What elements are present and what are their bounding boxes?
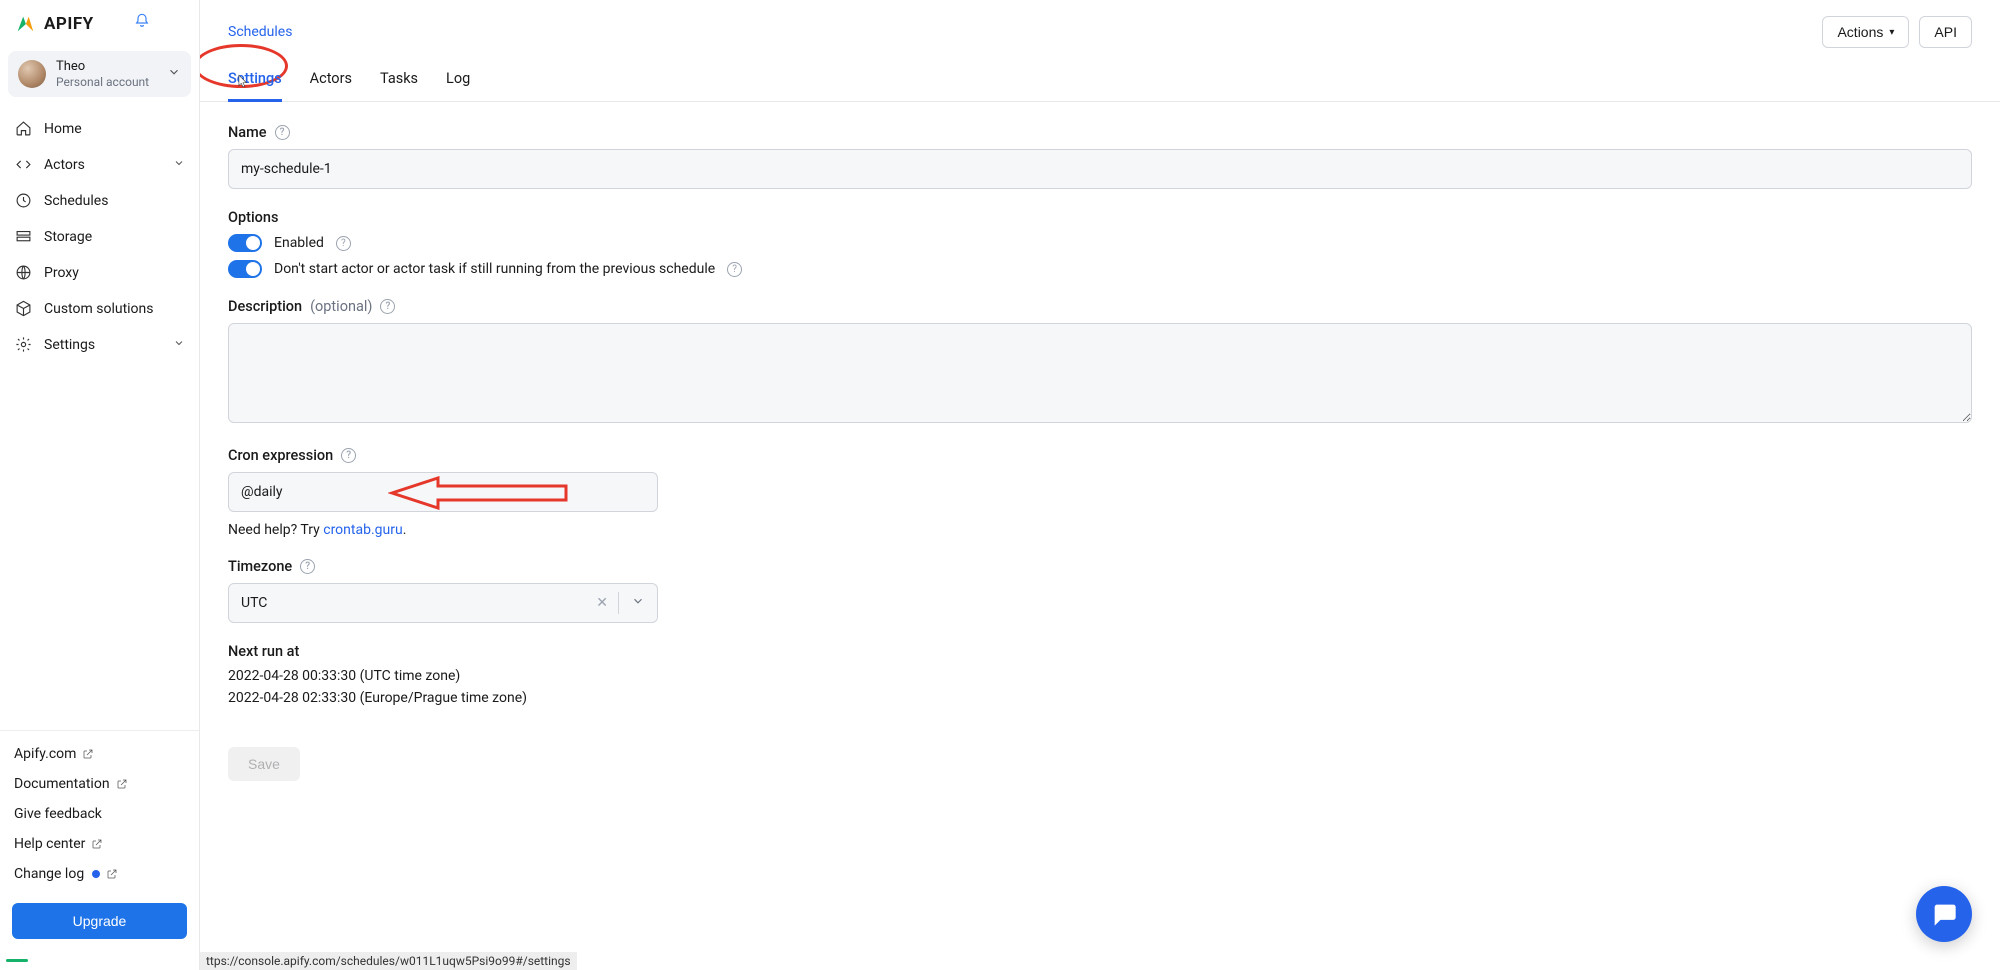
sidebar-item-label: Home bbox=[44, 121, 82, 137]
no-overlap-toggle[interactable] bbox=[228, 260, 262, 278]
options-label: Options bbox=[228, 209, 1972, 226]
chevron-down-icon bbox=[167, 65, 181, 83]
help-icon[interactable]: ? bbox=[341, 448, 356, 463]
sidebar-item-settings[interactable]: Settings bbox=[0, 327, 199, 363]
code-icon bbox=[14, 156, 32, 174]
chevron-down-icon bbox=[173, 157, 185, 172]
sidebar-item-custom-solutions[interactable]: Custom solutions bbox=[0, 291, 199, 327]
package-icon bbox=[14, 300, 32, 318]
api-button[interactable]: API bbox=[1919, 16, 1972, 48]
sidebar-item-actors[interactable]: Actors bbox=[0, 147, 199, 183]
sidebar-top: APIFY bbox=[0, 0, 199, 47]
chat-fab[interactable] bbox=[1916, 886, 1972, 942]
storage-icon bbox=[14, 228, 32, 246]
cron-hint: Need help? Try crontab.guru. bbox=[228, 522, 1972, 538]
chevron-down-icon bbox=[173, 337, 185, 352]
crontab-guru-link[interactable]: crontab.guru bbox=[323, 522, 402, 538]
help-icon[interactable]: ? bbox=[275, 125, 290, 140]
save-button[interactable]: Save bbox=[228, 747, 300, 781]
status-indicator bbox=[6, 959, 28, 962]
sidebar-item-label: Schedules bbox=[44, 193, 108, 209]
link-give-feedback[interactable]: Give feedback bbox=[0, 799, 199, 829]
sidebar-item-schedules[interactable]: Schedules bbox=[0, 183, 199, 219]
tab-tasks[interactable]: Tasks bbox=[380, 70, 418, 101]
breadcrumb[interactable]: Schedules bbox=[228, 24, 292, 40]
timezone-select[interactable]: UTC ✕ bbox=[228, 583, 658, 623]
description-textarea[interactable] bbox=[228, 323, 1972, 423]
cron-input[interactable] bbox=[228, 472, 658, 512]
new-dot-icon bbox=[92, 870, 100, 878]
sidebar-bottom: Apify.com Documentation Give feedback He… bbox=[0, 730, 199, 970]
help-icon[interactable]: ? bbox=[380, 299, 395, 314]
timezone-value: UTC bbox=[229, 595, 586, 611]
globe-icon bbox=[14, 264, 32, 282]
actions-button[interactable]: Actions ▾ bbox=[1822, 16, 1909, 48]
nextrun-line-utc: 2022-04-28 00:33:30 (UTC time zone) bbox=[228, 666, 1972, 688]
sidebar: APIFY Theo Personal account Home bbox=[0, 0, 200, 970]
apify-logo-icon bbox=[14, 13, 36, 35]
external-link-icon bbox=[82, 748, 94, 760]
account-switcher[interactable]: Theo Personal account bbox=[8, 51, 191, 97]
clock-icon bbox=[14, 192, 32, 210]
brand-text: APIFY bbox=[44, 14, 94, 34]
avatar bbox=[18, 60, 46, 88]
external-link-icon bbox=[91, 838, 103, 850]
tab-actors[interactable]: Actors bbox=[310, 70, 352, 101]
home-icon bbox=[14, 120, 32, 138]
gear-icon bbox=[14, 336, 32, 354]
link-change-log[interactable]: Change log bbox=[0, 859, 199, 889]
sidebar-item-label: Custom solutions bbox=[44, 301, 154, 317]
sidebar-item-home[interactable]: Home bbox=[0, 111, 199, 147]
enabled-toggle[interactable] bbox=[228, 234, 262, 252]
account-name: Theo bbox=[56, 59, 157, 75]
notifications-icon[interactable] bbox=[134, 12, 150, 35]
cron-label: Cron expression ? bbox=[228, 447, 1972, 464]
help-icon[interactable]: ? bbox=[336, 236, 351, 251]
name-input[interactable] bbox=[228, 149, 1972, 189]
help-icon[interactable]: ? bbox=[300, 559, 315, 574]
timezone-label: Timezone ? bbox=[228, 558, 1972, 575]
chevron-down-icon: ▾ bbox=[1889, 27, 1894, 38]
sidebar-item-proxy[interactable]: Proxy bbox=[0, 255, 199, 291]
account-sub: Personal account bbox=[56, 75, 157, 89]
chevron-down-icon[interactable] bbox=[619, 594, 657, 612]
nextrun-label: Next run at bbox=[228, 643, 1972, 660]
logo[interactable]: APIFY bbox=[14, 13, 94, 35]
topbar: Schedules Actions ▾ API bbox=[200, 0, 2000, 52]
tabs: Settings Actors Tasks Log bbox=[200, 52, 2000, 102]
tab-settings[interactable]: Settings bbox=[228, 70, 282, 101]
status-bar-url: ttps://console.apify.com/schedules/w011L… bbox=[200, 952, 577, 970]
enabled-label: Enabled bbox=[274, 235, 324, 251]
no-overlap-label: Don't start actor or actor task if still… bbox=[274, 261, 715, 277]
nextrun-line-local: 2022-04-28 02:33:30 (Europe/Prague time … bbox=[228, 688, 1972, 710]
description-label: Description (optional) ? bbox=[228, 298, 1972, 315]
clear-icon[interactable]: ✕ bbox=[586, 595, 618, 611]
link-help-center[interactable]: Help center bbox=[0, 829, 199, 859]
sidebar-item-label: Proxy bbox=[44, 265, 79, 281]
upgrade-button[interactable]: Upgrade bbox=[12, 903, 187, 939]
main-content: Schedules Actions ▾ API Settings Actors … bbox=[200, 0, 2000, 970]
tab-log[interactable]: Log bbox=[446, 70, 470, 101]
chat-icon bbox=[1930, 900, 1958, 928]
sidebar-item-label: Storage bbox=[44, 229, 92, 245]
sidebar-item-label: Settings bbox=[44, 337, 95, 353]
sidebar-item-storage[interactable]: Storage bbox=[0, 219, 199, 255]
name-label: Name ? bbox=[228, 124, 1972, 141]
help-icon[interactable]: ? bbox=[727, 262, 742, 277]
sidebar-nav: Home Actors Schedules Storage Proxy bbox=[0, 107, 199, 367]
link-apify-com[interactable]: Apify.com bbox=[0, 739, 199, 769]
link-documentation[interactable]: Documentation bbox=[0, 769, 199, 799]
external-link-icon bbox=[106, 868, 118, 880]
sidebar-item-label: Actors bbox=[44, 157, 85, 173]
external-link-icon bbox=[116, 778, 128, 790]
